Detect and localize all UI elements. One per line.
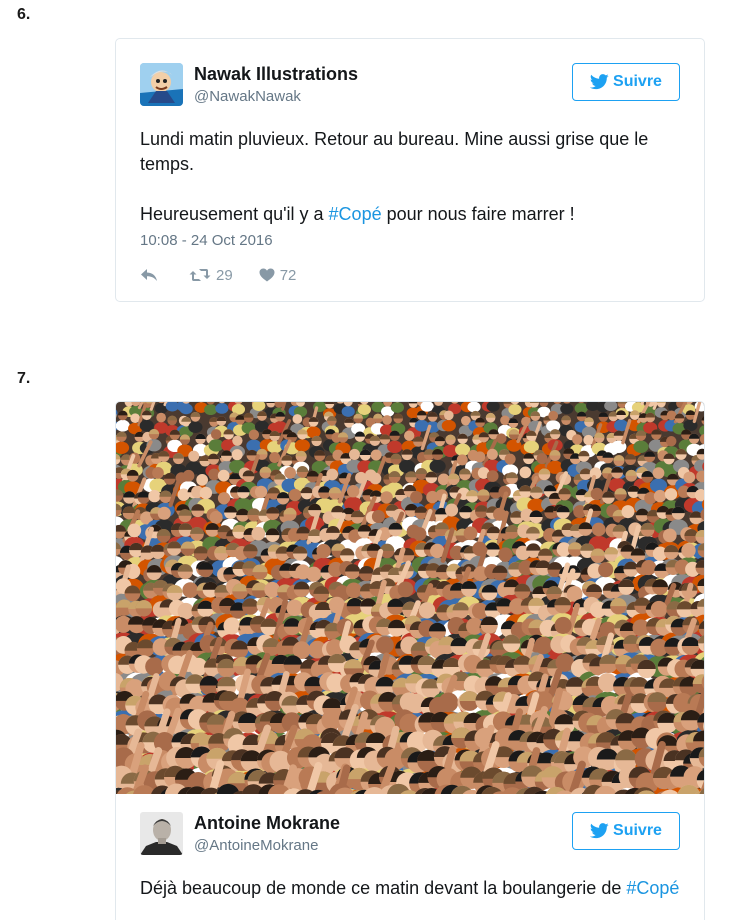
twitter-bird-icon	[590, 74, 609, 90]
avatar[interactable]	[140, 812, 183, 855]
follow-button[interactable]: Suivre	[572, 812, 680, 850]
text-segment: pour nous faire marrer !	[381, 204, 575, 224]
tweet-text: Déjà beaucoup de monde ce matin devant l…	[140, 876, 685, 901]
tweet-card: Nawak Illustrations @NawakNawak Suivre L…	[115, 38, 705, 302]
tweet-card: Antoine Mokrane @AntoineMokrane Suivre D…	[115, 401, 705, 920]
item-number: 7.	[17, 370, 31, 387]
avatar[interactable]	[140, 63, 183, 106]
retweet-button[interactable]: 29	[189, 267, 233, 284]
tweet-header: Antoine Mokrane @AntoineMokrane Suivre	[140, 812, 680, 858]
author-handle[interactable]: @NawakNawak	[194, 88, 301, 105]
text-segment: Heureusement qu'il y a	[140, 204, 329, 224]
retweet-icon	[189, 269, 211, 281]
follow-label: Suivre	[613, 822, 662, 839]
twitter-bird-icon	[590, 823, 609, 839]
author-name[interactable]: Antoine Mokrane	[194, 813, 340, 834]
item-number: 6.	[17, 6, 31, 23]
tweet-timestamp[interactable]: 10:08 - 24 Oct 2016	[140, 232, 273, 249]
follow-label: Suivre	[613, 73, 662, 90]
follow-button[interactable]: Suivre	[572, 63, 680, 101]
like-count: 72	[279, 266, 297, 284]
tweet-text: Lundi matin pluvieux. Retour au bureau. …	[140, 129, 649, 174]
retweet-count: 29	[216, 266, 233, 284]
text-segment: Déjà beaucoup de monde ce matin devant l…	[140, 878, 627, 898]
reply-icon	[141, 269, 157, 281]
like-button[interactable]: 72	[259, 266, 297, 284]
hashtag-link[interactable]: #Copé	[626, 878, 679, 898]
tweet-header: Nawak Illustrations @NawakNawak Suivre	[140, 63, 680, 109]
crowd-photo[interactable]	[116, 402, 704, 794]
hashtag-link[interactable]: #Copé	[329, 204, 382, 224]
author-name[interactable]: Nawak Illustrations	[194, 64, 358, 85]
author-handle[interactable]: @AntoineMokrane	[194, 837, 318, 854]
reply-button[interactable]	[140, 268, 163, 282]
heart-icon	[259, 268, 275, 282]
tweet-text-line2: Heureusement qu'il y a #Copé pour nous f…	[140, 202, 685, 227]
tweet-actions: 29 72	[140, 265, 322, 285]
